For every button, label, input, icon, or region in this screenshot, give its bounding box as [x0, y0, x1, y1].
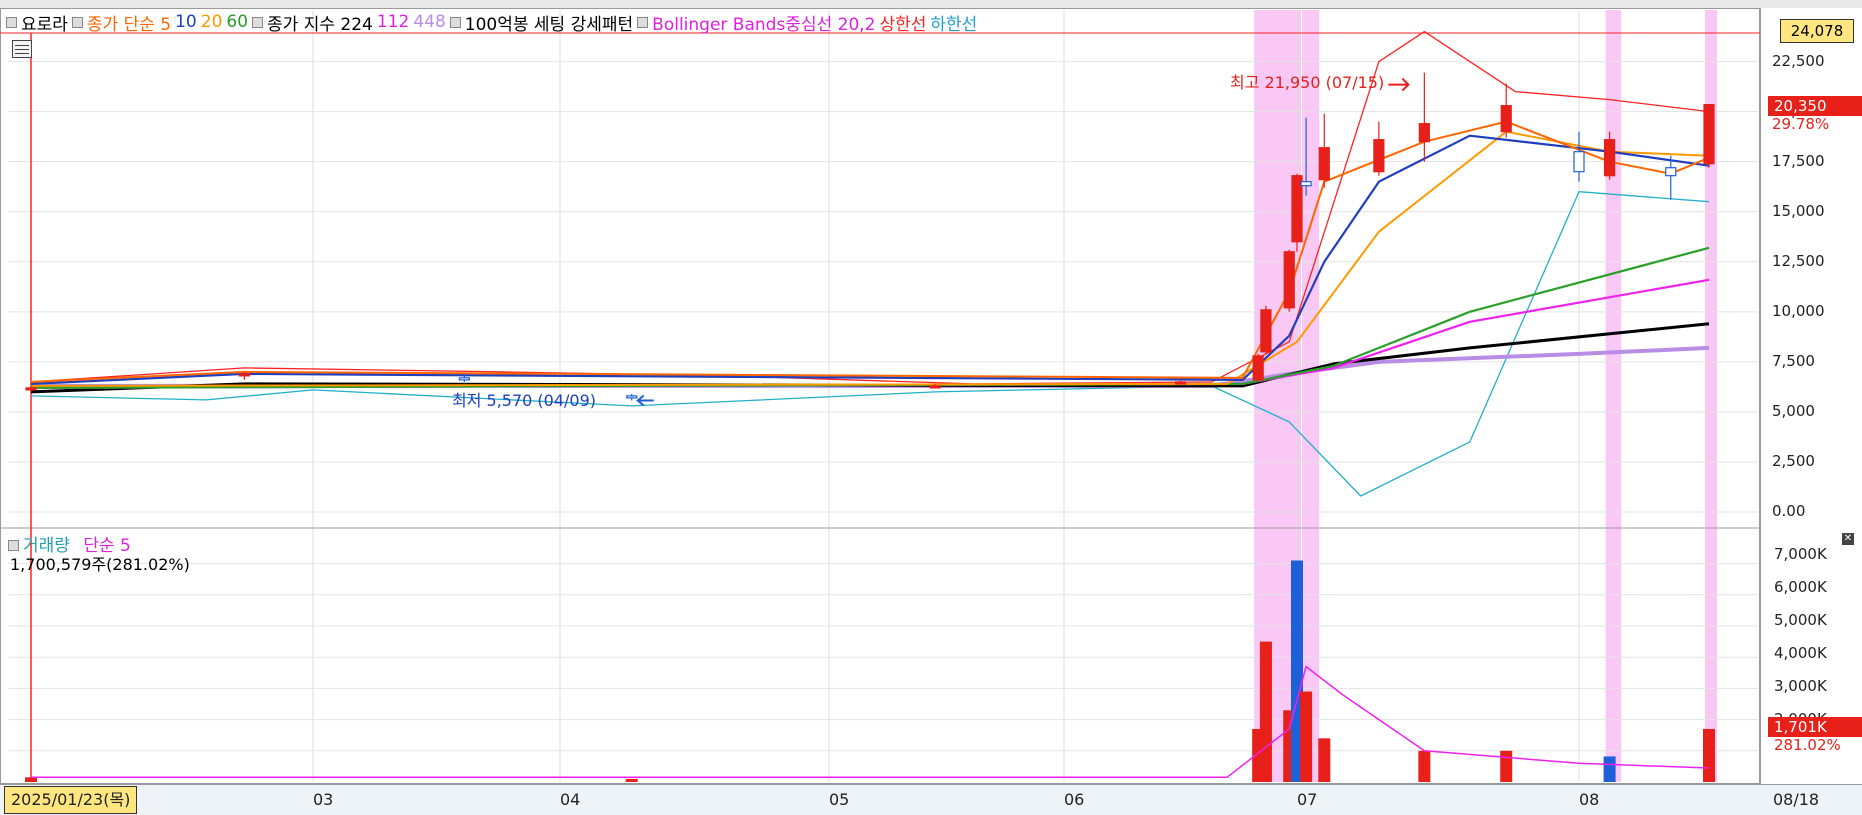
candle-body	[626, 395, 638, 399]
candle-body	[25, 387, 37, 391]
candle-body	[1703, 104, 1715, 165]
month-label: 07	[1297, 790, 1318, 809]
volume-reading: 1,700,579주(281.02%)	[10, 555, 190, 574]
price-tick: 0.00	[1772, 502, 1806, 520]
candle-body	[1665, 167, 1677, 177]
candle-body	[1260, 309, 1272, 353]
candle-body	[1252, 355, 1264, 381]
price-tick: 10,000	[1772, 302, 1825, 320]
price-tick: 5,000	[1772, 402, 1815, 420]
legend-ma-close[interactable]: 종가 단순 5	[87, 10, 171, 35]
price-tick: 2,500	[1772, 452, 1815, 470]
price-tick: 22,500	[1772, 52, 1825, 70]
bollinger-lower-line	[30, 191, 1710, 497]
volume-bar	[1703, 728, 1715, 782]
legend-toggle-icon[interactable]	[252, 16, 264, 28]
volume-bar	[1318, 738, 1331, 782]
legend-toggle-icon[interactable]	[449, 16, 461, 28]
candle-body	[458, 377, 470, 381]
legend-bb-lower[interactable]: 하한선	[930, 10, 977, 35]
legend-toggle-icon[interactable]	[71, 16, 83, 28]
candle-body	[1300, 181, 1312, 187]
month-label: 06	[1064, 790, 1085, 809]
candle-body	[1373, 139, 1385, 173]
candle-body	[1318, 147, 1330, 181]
price-tick: 17,500	[1772, 152, 1825, 170]
month-label: 08	[1579, 790, 1600, 809]
current-date-label: 2025/01/23(목)	[4, 786, 138, 814]
high-price-label: 최고 21,950 (07/15)	[1230, 73, 1385, 92]
price-tick: 15,000	[1772, 202, 1825, 220]
legend-ma60[interactable]: 60	[226, 12, 248, 32]
legend-toggle-icon[interactable]	[8, 540, 19, 551]
bollinger-upper-line	[30, 30, 1710, 385]
month-label: 08/18	[1773, 790, 1820, 809]
current-volume-box: 1,701K	[1768, 717, 1862, 737]
legend-pattern[interactable]: 100억봉 세팅 강세패턴	[465, 10, 633, 35]
volume-tick: 6,000K	[1774, 578, 1827, 596]
stock-chart-svg[interactable]	[0, 0, 1862, 815]
volume-tick: 3,000K	[1774, 677, 1827, 695]
legend-bb-upper[interactable]: 상한선	[879, 10, 926, 35]
low-price-label: 최저 5,570 (04/09)	[452, 391, 597, 410]
price-tick: 12,500	[1772, 252, 1825, 270]
low-arrow	[636, 394, 654, 407]
chart-stage: 요로라 종가 단순 5 10 20 60 종가 지수 224 112 448 1…	[0, 0, 1862, 815]
legend-toggle-icon[interactable]	[637, 16, 649, 28]
volume-bar	[1300, 691, 1313, 782]
volume-bar	[1500, 750, 1513, 782]
ma10-line	[30, 134, 1710, 385]
legend-stock-name[interactable]: 요로라	[21, 10, 68, 35]
volume-bar	[625, 778, 638, 782]
legend-ma10[interactable]: 10	[175, 12, 197, 32]
ma60-line	[30, 246, 1710, 389]
volume-bar	[1259, 641, 1272, 782]
legend-toggle-icon[interactable]	[6, 16, 17, 28]
indicator-legend: 요로라 종가 단순 5 10 20 60 종가 지수 224 112 448 1…	[6, 10, 981, 35]
candle-body	[1283, 251, 1295, 309]
calendar-icon[interactable]	[12, 40, 32, 58]
candle-body	[1603, 139, 1616, 177]
volume-bar	[1418, 750, 1431, 782]
volume-ma-line	[31, 665, 1710, 779]
highlight-band	[1605, 10, 1622, 782]
legend-ema224[interactable]: 종가 지수 224	[267, 10, 373, 35]
candle-body	[1174, 381, 1187, 385]
legend-ema448[interactable]: 448	[413, 12, 445, 32]
ma5-line	[30, 120, 1710, 383]
current-change-label: 29.78%	[1772, 115, 1830, 133]
highlight-band	[1302, 10, 1320, 782]
month-label: 03	[313, 790, 334, 809]
volume-tick: 7,000K	[1774, 545, 1827, 563]
volume-tick: 5,000K	[1774, 611, 1827, 629]
current-price-box: 20,350	[1768, 96, 1862, 116]
volume-tick: 4,000K	[1774, 644, 1827, 662]
high-arrow	[1388, 77, 1410, 92]
current-volume-ratio: 281.02%	[1774, 736, 1841, 754]
candle-body	[1418, 123, 1430, 143]
legend-ema112[interactable]: 112	[377, 12, 409, 32]
close-icon[interactable]: ✕	[1842, 533, 1854, 545]
candle-body	[929, 385, 941, 389]
legend-ma20[interactable]: 20	[201, 12, 223, 32]
month-label: 04	[560, 790, 581, 809]
volume-bar	[1603, 756, 1616, 782]
price-tick: 7,500	[1772, 352, 1815, 370]
candle-body	[1500, 105, 1512, 133]
price-top-box: 24,078	[1780, 19, 1854, 43]
legend-bb-center[interactable]: Bollinger Bands중심선 20,2	[652, 10, 875, 35]
month-label: 05	[829, 790, 850, 809]
ma20-line	[30, 130, 1710, 387]
candle-body	[238, 373, 251, 377]
candle-body	[1573, 151, 1585, 173]
